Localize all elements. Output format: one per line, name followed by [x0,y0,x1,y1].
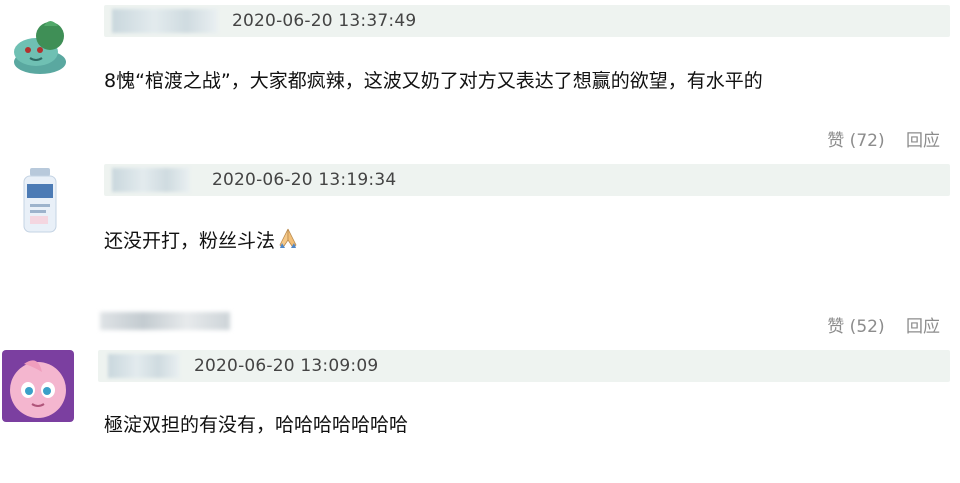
folded-hands-icon [277,227,299,254]
comment-text: 極淀双担的有没有，哈哈哈哈哈哈哈 [104,414,409,436]
reply-button[interactable]: 回应 [906,131,940,151]
comment-meta-bar: 2020-06-20 13:09:09 [98,350,950,382]
comment-timestamp: 2020-06-20 13:09:09 [194,356,379,376]
bulbasaur-avatar-icon[interactable] [6,12,74,80]
username-blurred[interactable] [112,168,190,192]
comment-text: 还没开打，粉丝斗法 [104,230,276,252]
comment-timestamp: 2020-06-20 13:19:34 [212,170,397,190]
comment-actions: 赞 (52) 回应 [811,312,940,337]
comment-item: 2020-06-20 13:37:49 8愧“棺渡之战”，大家都疯辣，这波又奶了… [0,0,960,160]
comment-text: 8愧“棺渡之战”，大家都疯辣，这波又奶了对方又表达了想赢的欲望，有水平的 [104,70,763,92]
blurred-reply-author [100,312,230,330]
bottle-avatar-icon[interactable] [18,166,62,236]
reply-button[interactable]: 回应 [906,317,940,337]
comment-timestamp: 2020-06-20 13:37:49 [232,11,417,31]
comment-item: 2020-06-20 13:09:09 極淀双担的有没有，哈哈哈哈哈哈哈 [0,340,960,483]
comment-text-row: 还没开打，粉丝斗法 [104,226,299,254]
username-blurred[interactable] [112,9,218,33]
like-button[interactable]: 赞 (52) [827,317,884,337]
jigglypuff-avatar-icon[interactable] [2,350,74,422]
comment-actions: 赞 (72) 回应 [811,126,940,151]
username-blurred[interactable] [108,354,180,378]
like-button[interactable]: 赞 (72) [827,131,884,151]
comment-meta-bar: 2020-06-20 13:37:49 [104,5,950,37]
comment-item: 2020-06-20 13:19:34 还没开打，粉丝斗法 赞 (52) 回应 [0,160,960,340]
comment-meta-bar: 2020-06-20 13:19:34 [104,164,950,196]
